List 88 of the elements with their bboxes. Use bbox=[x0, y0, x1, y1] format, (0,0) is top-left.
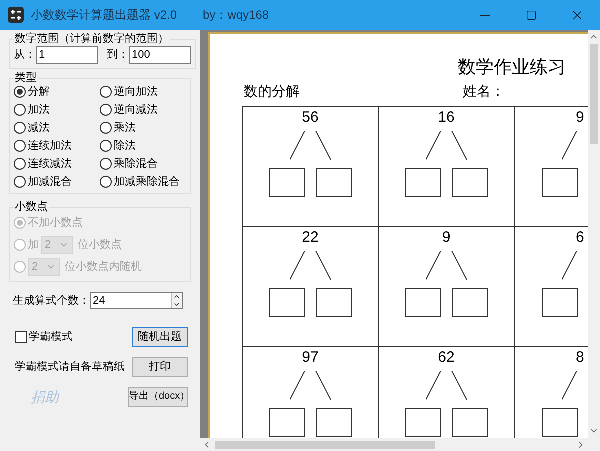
number: 97 bbox=[302, 349, 319, 367]
count-spinner[interactable]: 24 bbox=[90, 292, 183, 309]
branch-line-icon bbox=[562, 371, 577, 400]
radio-button[interactable] bbox=[100, 86, 112, 98]
answer-box[interactable] bbox=[269, 408, 305, 437]
number: 22 bbox=[302, 229, 319, 247]
worksheet-subtitle: 数的分解 bbox=[244, 82, 300, 100]
print-button[interactable]: 打印 bbox=[132, 357, 188, 377]
answer-box[interactable] bbox=[269, 168, 305, 197]
branch-lines-drawing bbox=[426, 131, 467, 160]
option-label: 乘除混合 bbox=[114, 157, 158, 171]
radio-button[interactable] bbox=[14, 104, 26, 116]
radio-button[interactable] bbox=[100, 104, 112, 116]
option-label: 加法 bbox=[28, 103, 50, 117]
branch-lines-drawing bbox=[290, 131, 331, 160]
number: 16 bbox=[438, 109, 455, 127]
branch-lines-drawing bbox=[290, 371, 331, 400]
to-label: 到： bbox=[107, 48, 129, 62]
answer-box[interactable] bbox=[316, 408, 352, 437]
branch-lines-drawing bbox=[290, 251, 331, 280]
radio-button[interactable] bbox=[14, 86, 26, 98]
radio-button[interactable] bbox=[100, 176, 112, 188]
answer-box[interactable] bbox=[452, 288, 488, 317]
scroll-thumb[interactable] bbox=[215, 440, 435, 448]
option-label: 减法 bbox=[28, 121, 50, 135]
option-label: 逆向加法 bbox=[114, 85, 158, 99]
option-label: 加 bbox=[28, 238, 39, 252]
horizontal-scrollbar[interactable] bbox=[200, 438, 600, 451]
answer-box[interactable] bbox=[452, 168, 488, 197]
vertical-scrollbar[interactable] bbox=[588, 30, 600, 438]
number: 8 bbox=[576, 349, 586, 367]
radio-button[interactable] bbox=[100, 122, 112, 134]
group-label: 数字范围（计算前数字的范围） bbox=[14, 32, 170, 46]
radio-button[interactable] bbox=[100, 140, 112, 152]
answer-box[interactable] bbox=[542, 168, 578, 197]
number: 9 bbox=[576, 109, 586, 127]
to-field[interactable]: 100 bbox=[129, 46, 191, 64]
answer-box[interactable] bbox=[316, 168, 352, 197]
radio-button[interactable] bbox=[14, 140, 26, 152]
note-text: 学霸模式请自备草稿纸 bbox=[15, 360, 125, 374]
window-title: 小数数学计算题出题器 v2.0 bbox=[31, 7, 178, 24]
number: 56 bbox=[302, 109, 319, 127]
number: 6 bbox=[576, 229, 586, 247]
answer-box[interactable] bbox=[316, 288, 352, 317]
name-label: 姓名： bbox=[463, 82, 505, 100]
answer-box[interactable] bbox=[405, 168, 441, 197]
radio-button[interactable] bbox=[14, 122, 26, 134]
option-label: 连续加法 bbox=[28, 139, 72, 153]
answer-box[interactable] bbox=[269, 288, 305, 317]
radio-button[interactable] bbox=[14, 158, 26, 170]
answer-box[interactable] bbox=[452, 408, 488, 437]
checkbox[interactable] bbox=[15, 331, 27, 343]
option-label: 加减乘除混合 bbox=[114, 175, 180, 189]
option-label: 不加小数点 bbox=[28, 216, 83, 230]
answer-box[interactable] bbox=[405, 408, 441, 437]
branch-line-icon bbox=[562, 131, 577, 160]
answer-box[interactable] bbox=[405, 288, 441, 317]
number: 9 bbox=[442, 229, 451, 247]
branch-line-icon bbox=[562, 251, 577, 280]
option-label: 位小数点内随机 bbox=[65, 260, 142, 274]
option-label: 逆向减法 bbox=[114, 103, 158, 117]
option-label: 位小数点 bbox=[78, 238, 122, 252]
generate-button[interactable]: 随机出题 bbox=[132, 327, 188, 347]
maximize-icon bbox=[526, 10, 536, 20]
option-label: 加减混合 bbox=[28, 175, 72, 189]
from-field[interactable]: 1 bbox=[36, 46, 98, 64]
worksheet-title: 数学作业练习 bbox=[458, 56, 567, 78]
answer-box[interactable] bbox=[542, 408, 578, 437]
scroll-thumb[interactable] bbox=[590, 44, 598, 144]
option-label: 乘法 bbox=[114, 121, 136, 135]
number: 62 bbox=[438, 349, 455, 367]
option-label: 连续减法 bbox=[28, 157, 72, 171]
radio-button[interactable] bbox=[100, 158, 112, 170]
radio-button[interactable] bbox=[14, 176, 26, 188]
from-label: 从： bbox=[14, 48, 36, 62]
option-label: 分解 bbox=[28, 85, 50, 99]
app-icon bbox=[8, 7, 24, 23]
export-button[interactable]: 导出（docx） bbox=[128, 387, 188, 407]
group-label: 小数点 bbox=[14, 200, 49, 214]
minimize-icon bbox=[480, 14, 490, 16]
checkbox-label: 学霸模式 bbox=[29, 330, 73, 344]
branch-lines-drawing bbox=[426, 371, 467, 400]
author-label: by：wqy168 bbox=[203, 7, 270, 24]
answer-box[interactable] bbox=[542, 288, 578, 317]
option-label: 除法 bbox=[114, 139, 136, 153]
group-label: 类型 bbox=[14, 71, 38, 85]
count-label: 生成算式个数： bbox=[13, 294, 90, 308]
branch-lines-drawing bbox=[426, 251, 467, 280]
